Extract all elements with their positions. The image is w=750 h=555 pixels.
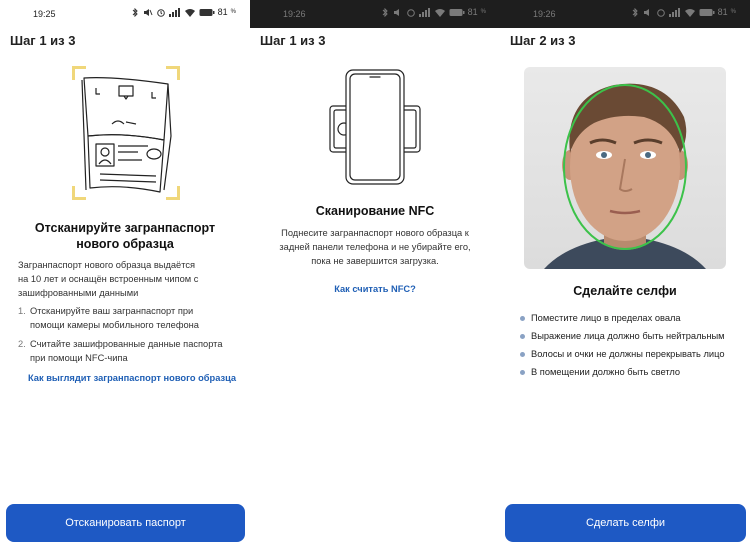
description: Загранпаспорт нового образца выдаётся на… (18, 260, 199, 298)
take-selfie-button[interactable]: Сделать селфи (505, 504, 746, 542)
nfc-help-link[interactable]: Как считать NFC? (250, 284, 500, 294)
status-time: 19:26 (283, 9, 306, 19)
mute-icon (143, 8, 153, 16)
mute-icon (393, 8, 399, 16)
selfie-example-photo (524, 67, 726, 269)
list-item: Выражение лица должно быть нейтральным (520, 327, 745, 345)
selfie-tips-list: Поместите лицо в пределах овала Выражени… (520, 309, 745, 381)
wifi-icon (434, 8, 445, 17)
face-photo (544, 83, 706, 269)
signal-icon (168, 7, 180, 17)
alarm-icon (656, 8, 665, 17)
battery-icon (449, 8, 465, 16)
passport-illustration (72, 66, 180, 200)
alarm-icon (156, 8, 165, 17)
alarm-icon (406, 8, 415, 17)
passport-info-link[interactable]: Как выглядит загранпаспорт нового образц… (28, 373, 236, 383)
bluetooth-icon (132, 7, 138, 17)
list-item: 1. Отсканируйте ваш загранпаспорт при пом… (18, 306, 199, 330)
wifi-icon (684, 8, 695, 17)
steps-list: 1. Отсканируйте ваш загранпаспорт при пом… (18, 304, 238, 370)
battery-level: 81 (717, 7, 728, 17)
status-time: 19:26 (533, 9, 556, 19)
signal-icon (668, 7, 680, 17)
list-item: Волосы и очки не должны перекрывать лицо (520, 345, 745, 363)
description: Поднесите загранпаспорт нового образца к… (279, 228, 471, 266)
list-item: Поместите лицо в пределах овала (520, 309, 745, 327)
signal-icon (418, 7, 430, 17)
step-indicator: Шаг 1 из 3 (10, 33, 76, 48)
battery-level: 81 (217, 7, 228, 17)
battery-icon (699, 8, 715, 16)
nfc-phone-illustration (329, 69, 421, 185)
status-bar: 19:26 81% (500, 0, 750, 28)
screen-selfie: 19:26 81% Шаг 2 из 3 Сделайте селфи Поме… (500, 0, 750, 555)
page-title: Сделайте селфи (573, 284, 677, 298)
status-icons: 81% (630, 7, 736, 17)
battery-icon (199, 8, 215, 16)
mute-icon (643, 8, 649, 16)
status-time: 19:25 (33, 9, 56, 19)
list-item: 2. Считайте зашифрованные данные паспорт… (18, 339, 223, 363)
status-bar: 19:25 81% (0, 0, 250, 28)
step-indicator: Шаг 1 из 3 (260, 33, 326, 48)
list-item: В помещении должно быть светло (520, 363, 745, 381)
status-icons: 81% (130, 7, 236, 17)
screen-nfc-scan: 19:26 81% Шаг 1 из 3 Сканирование NFC По… (250, 0, 500, 555)
bluetooth-icon (382, 7, 388, 17)
battery-level: 81 (467, 7, 478, 17)
wifi-icon (184, 8, 195, 17)
page-title: Сканирование NFC (315, 204, 435, 218)
status-icons: 81% (380, 7, 486, 17)
page-title: Отсканируйте загранпаспорт нового образц… (34, 221, 216, 251)
step-indicator: Шаг 2 из 3 (510, 33, 576, 48)
status-bar: 19:26 81% (250, 0, 500, 28)
scan-passport-button[interactable]: Отсканировать паспорт (6, 504, 245, 542)
screen-passport-scan: 19:25 81% Шаг 1 из 3 Отсканируйте загран… (0, 0, 250, 555)
bluetooth-icon (632, 7, 638, 17)
